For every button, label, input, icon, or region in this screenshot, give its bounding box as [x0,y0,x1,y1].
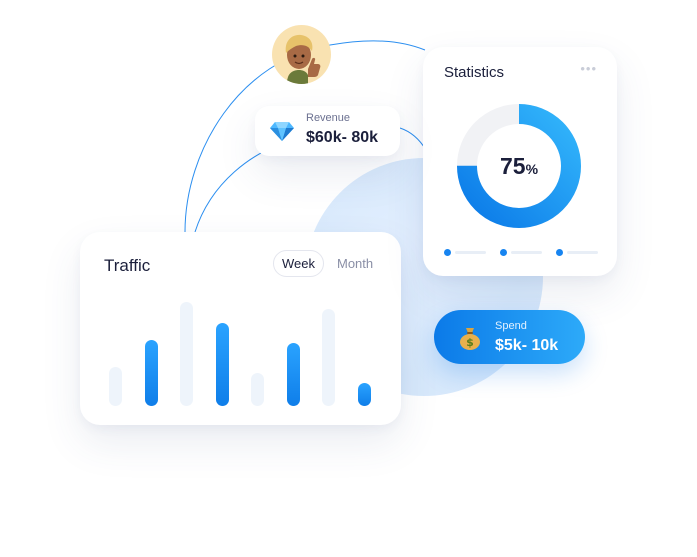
legend-dot [444,249,451,256]
donut-percent-number: 75 [499,152,526,179]
revenue-value: $60k- 80k [306,129,379,146]
traffic-bar [287,343,300,406]
traffic-bar [358,383,371,406]
tab-week[interactable]: Week [273,250,324,277]
traffic-bar [216,323,229,406]
traffic-bar [322,309,335,406]
period-toggle: Week Month [273,250,373,277]
spend-value: $5k- 10k [495,337,559,354]
svg-text:$: $ [466,336,474,349]
traffic-bar [251,373,264,406]
legend-line [567,251,598,254]
revenue-pill: Revenue $60k- 80k [255,106,400,156]
more-dots-icon[interactable]: ••• [580,61,597,76]
diamond-icon [270,122,294,141]
legend-item [556,249,600,257]
donut-value: 75 % [456,103,582,229]
legend-item [500,249,544,257]
statistics-card: Statistics ••• 75 % [423,47,617,276]
tab-month[interactable]: Month [337,256,373,271]
legend-dot [556,249,563,256]
legend-dot [500,249,507,256]
donut-percent-unit: % [525,161,539,177]
traffic-title: Traffic [104,256,151,275]
spend-pill: $ Spend $5k- 10k [434,310,585,364]
user-avatar[interactable] [272,25,331,84]
legend-line [511,251,542,254]
traffic-bar-chart [109,294,379,406]
traffic-bar [109,367,122,406]
traffic-bar [145,340,158,406]
spend-label: Spend [495,320,527,332]
avatar-icon [285,34,321,84]
legend-item [444,249,488,257]
legend-line [455,251,486,254]
traffic-bar [180,302,193,406]
traffic-card: Traffic Week Month [80,232,401,425]
statistics-legend [444,249,600,257]
revenue-label: Revenue [306,112,351,124]
statistics-title: Statistics [444,64,505,81]
money-bag-icon: $ [460,328,480,350]
